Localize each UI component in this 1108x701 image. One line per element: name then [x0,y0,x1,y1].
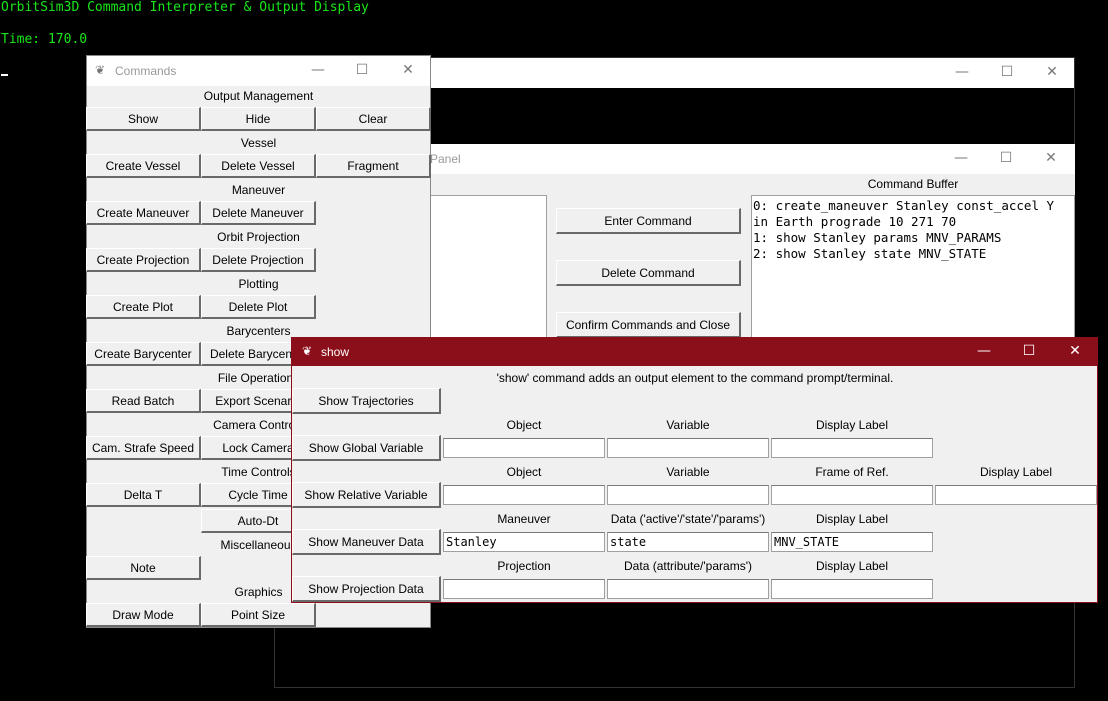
projection-display-label-field[interactable] [771,579,933,599]
terminal-time: Time: 170.0 [1,32,88,47]
global-variable-field[interactable] [607,438,769,458]
create-barycenter-button[interactable]: Create Barycenter [86,342,201,366]
buffer-line: 2: show Stanley state MNV_STATE [753,246,987,261]
cam-strafe-speed-button[interactable]: Cam. Strafe Speed [86,436,201,460]
show-trajectories-button[interactable]: Show Trajectories [292,388,441,414]
minimize-icon[interactable]: — [308,62,328,78]
delete-command-button[interactable]: Delete Command [556,260,741,286]
buffer-line: in Earth prograde 10 271 70 [753,214,957,229]
create-vessel-button[interactable]: Create Vessel [86,154,201,178]
maximize-icon[interactable]: ☐ [352,62,372,78]
create-projection-button[interactable]: Create Projection [86,248,201,272]
delete-plot-button[interactable]: Delete Plot [201,295,316,319]
show-button[interactable]: Show [86,107,201,131]
projection-header-projection: Projection [497,559,551,573]
show-maneuver-data-button[interactable]: Show Maneuver Data [292,529,441,555]
create-plot-button[interactable]: Create Plot [86,295,201,319]
command-buffer-label: Command Buffer [867,177,959,191]
global-header-variable: Variable [666,418,710,432]
projection-data-field[interactable] [607,579,769,599]
maneuver-display-label-field[interactable]: MNV_STATE [771,532,933,552]
buffer-line: 0: create_maneuver Stanley const_accel Y [753,198,1055,213]
show-projection-data-button[interactable]: Show Projection Data [292,576,441,602]
maneuver-header-data: Data ('active'/'state'/'params') [610,512,766,526]
minimize-icon[interactable]: — [952,64,972,80]
relative-display-label-field[interactable] [935,485,1097,505]
section-maneuver: Maneuver [231,183,286,197]
minimize-icon[interactable]: — [951,150,971,166]
close-icon[interactable]: ✕ [1065,343,1085,359]
feather-icon: ❦ [302,344,313,358]
show-description: 'show' command adds an output element to… [496,371,894,385]
maximize-icon[interactable]: ☐ [996,150,1016,166]
relative-frame-field[interactable] [771,485,933,505]
maneuver-data-field[interactable]: state [607,532,769,552]
command-panel-title: Panel [430,152,461,166]
close-icon[interactable]: ✕ [398,62,418,78]
maneuver-name-field[interactable]: Stanley [443,532,605,552]
show-global-variable-button[interactable]: Show Global Variable [292,435,441,461]
close-icon[interactable]: ✕ [1042,64,1062,80]
confirm-commands-button[interactable]: Confirm Commands and Close [556,312,741,338]
hide-button[interactable]: Hide [201,107,316,131]
delete-projection-button[interactable]: Delete Projection [201,248,316,272]
delta-t-button[interactable]: Delta T [86,483,201,507]
terminal-cursor [1,74,8,76]
section-barycenters: Barycenters [226,324,291,338]
maximize-icon[interactable]: ☐ [1019,343,1039,359]
relative-header-frame: Frame of Ref. [815,465,889,479]
section-orbit-projection: Orbit Projection [217,230,300,244]
relative-variable-field[interactable] [607,485,769,505]
show-relative-variable-button[interactable]: Show Relative Variable [292,482,441,508]
read-batch-button[interactable]: Read Batch [86,389,201,413]
draw-mode-button[interactable]: Draw Mode [86,603,201,627]
show-titlebar[interactable]: ❦ show — ☐ ✕ [292,338,1097,366]
relative-object-field[interactable] [443,485,605,505]
maneuver-header-maneuver: Maneuver [497,512,551,526]
maneuver-header-display-label: Display Label [815,512,889,526]
point-size-button[interactable]: Point Size [201,603,316,627]
maximize-icon[interactable]: ☐ [997,64,1017,80]
delete-maneuver-button[interactable]: Delete Maneuver [201,201,316,225]
delete-vessel-button[interactable]: Delete Vessel [201,154,316,178]
minimize-icon[interactable]: — [974,343,994,359]
global-header-object: Object [506,418,542,432]
note-button[interactable]: Note [86,556,201,580]
section-output-management: Output Management [203,89,314,103]
show-title: show [321,345,350,359]
clear-button[interactable]: Clear [316,107,431,131]
projection-name-field[interactable] [443,579,605,599]
close-icon[interactable]: ✕ [1041,150,1061,166]
create-maneuver-button[interactable]: Create Maneuver [86,201,201,225]
commands-title: Commands [115,64,177,78]
command-input-box[interactable] [430,195,547,340]
projection-header-display-label: Display Label [815,559,889,573]
global-display-label-field[interactable] [771,438,933,458]
commands-titlebar[interactable]: ❦ Commands — ☐ ✕ [87,56,430,86]
enter-command-button[interactable]: Enter Command [556,208,741,234]
buffer-line: 1: show Stanley params MNV_PARAMS [753,230,1002,245]
relative-header-object: Object [506,465,542,479]
terminal-title: OrbitSim3D Command Interpreter & Output … [1,0,369,15]
global-header-display-label: Display Label [815,418,889,432]
feather-icon: ❦ [95,63,106,77]
relative-header-variable: Variable [666,465,710,479]
relative-header-display-label: Display Label [979,465,1053,479]
section-vessel: Vessel [240,136,277,150]
global-object-field[interactable] [443,438,605,458]
projection-header-data: Data (attribute/'params') [624,559,752,573]
section-plotting: Plotting [238,277,279,291]
fragment-button[interactable]: Fragment [316,154,431,178]
